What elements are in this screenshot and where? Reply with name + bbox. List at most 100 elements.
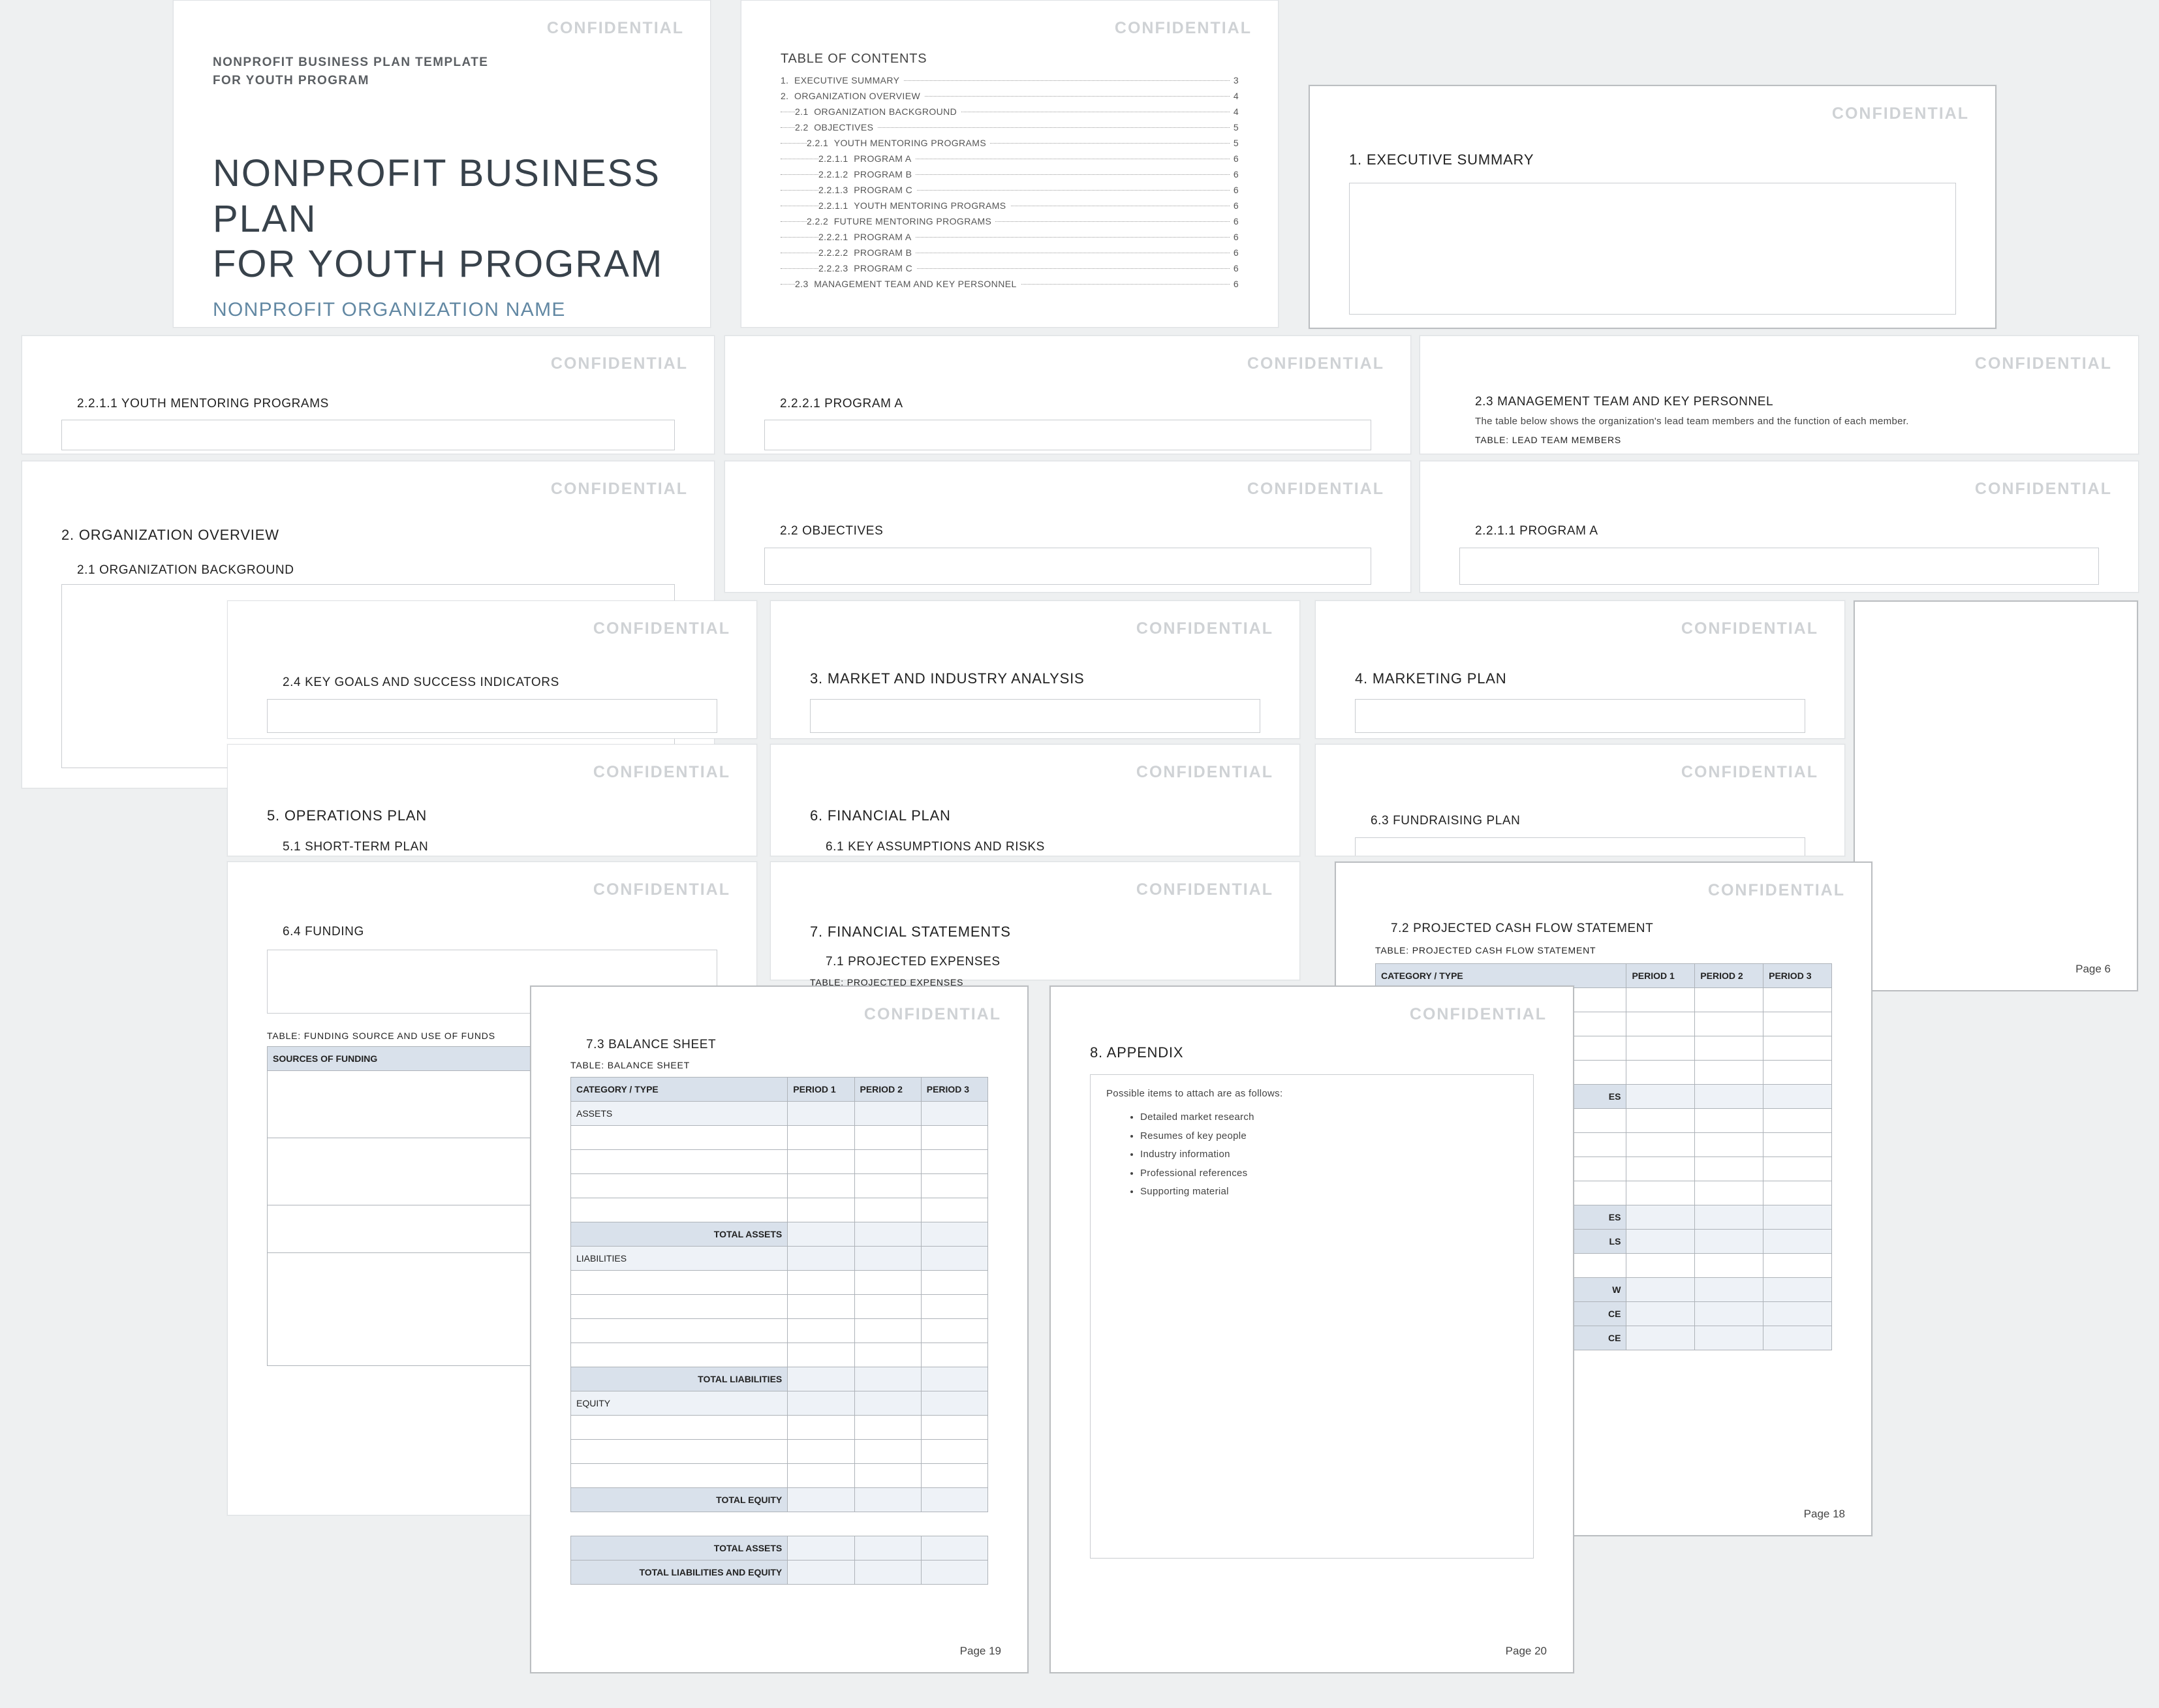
toc-row: 2.2.2.2 PROGRAM B6 bbox=[781, 245, 1239, 261]
section-operations: 5. OPERATIONS PLAN bbox=[267, 807, 717, 824]
page-exec-summary: CONFIDENTIAL 1. EXECUTIVE SUMMARY bbox=[1309, 85, 1996, 329]
toc-row: 1. EXECUTIVE SUMMARY3 bbox=[781, 73, 1239, 89]
page-6: Page 6 bbox=[1854, 600, 2138, 991]
section-market: 3. MARKET AND INDUSTRY ANALYSIS bbox=[810, 670, 1260, 687]
section-cash-flow: 7.2 PROJECTED CASH FLOW STATEMENT bbox=[1391, 922, 1832, 936]
page-youth-mentoring: CONFIDENTIAL 2.2.1.1 YOUTH MENTORING PRO… bbox=[22, 335, 715, 454]
section-financial: 6. FINANCIAL PLAN bbox=[810, 807, 1260, 824]
cash-flow-table-label: TABLE: PROJECTED CASH FLOW STATEMENT bbox=[1375, 945, 1832, 955]
confidential-label: CONFIDENTIAL bbox=[593, 619, 730, 638]
balance-sheet-table: CATEGORY / TYPE PERIOD 1 PERIOD 2 PERIOD… bbox=[570, 1077, 988, 1585]
page-number: Page 20 bbox=[1506, 1645, 1547, 1658]
toc-row: 2.2.2 FUTURE MENTORING PROGRAMS6 bbox=[781, 214, 1239, 230]
appendix-item: Supporting material bbox=[1140, 1183, 1517, 1202]
funding-table: SOURCES OF FUNDING bbox=[267, 1046, 546, 1366]
section-2211: 2.2.1.1 PROGRAM A bbox=[1475, 524, 2099, 538]
toc-row: 2.3 MANAGEMENT TEAM AND KEY PERSONNEL6 bbox=[781, 277, 1239, 292]
template-title-line1: NONPROFIT BUSINESS PLAN TEMPLATE bbox=[213, 55, 671, 70]
toc-heading: TABLE OF CONTENTS bbox=[781, 52, 1239, 67]
appendix-box: Possible items to attach are as follows:… bbox=[1090, 1074, 1534, 1559]
toc-row: 2. ORGANIZATION OVERVIEW4 bbox=[781, 89, 1239, 104]
toc-row: 2.2.1.1 YOUTH MENTORING PROGRAMS6 bbox=[781, 198, 1239, 214]
section-2221: 2.2.2.1 PROGRAM A bbox=[780, 397, 1371, 411]
confidential-label: CONFIDENTIAL bbox=[547, 19, 684, 38]
page-program-a-2221: CONFIDENTIAL 2.2.2.1 PROGRAM A bbox=[724, 335, 1411, 454]
col-period3: PERIOD 3 bbox=[1763, 964, 1832, 988]
section-objectives: 2.2 OBJECTIVES bbox=[780, 524, 1371, 538]
content-box bbox=[1459, 548, 2099, 585]
confidential-label: CONFIDENTIAL bbox=[1681, 763, 1818, 782]
content-box bbox=[764, 548, 1371, 585]
col-period2: PERIOD 2 bbox=[854, 1078, 921, 1102]
confidential-label: CONFIDENTIAL bbox=[1975, 354, 2112, 373]
content-box bbox=[810, 699, 1260, 733]
template-title-line2: FOR YOUTH PROGRAM bbox=[213, 74, 671, 88]
page-market-analysis: CONFIDENTIAL 3. MARKET AND INDUSTRY ANAL… bbox=[770, 600, 1300, 739]
page-cover: CONFIDENTIAL NONPROFIT BUSINESS PLAN TEM… bbox=[173, 0, 711, 328]
page-toc: CONFIDENTIAL TABLE OF CONTENTS 1. EXECUT… bbox=[741, 0, 1279, 328]
section-org-background: 2.1 ORGANIZATION BACKGROUND bbox=[77, 563, 675, 578]
page-key-goals: CONFIDENTIAL 2.4 KEY GOALS AND SUCCESS I… bbox=[227, 600, 757, 739]
toc-row: 2.2.2.1 PROGRAM A6 bbox=[781, 230, 1239, 245]
toc-row: 2.2.1.2 PROGRAM B6 bbox=[781, 167, 1239, 183]
page-fundraising: CONFIDENTIAL 6.3 FUNDRAISING PLAN bbox=[1315, 744, 1845, 856]
balance-table-label: TABLE: BALANCE SHEET bbox=[570, 1060, 988, 1070]
appendix-lead: Possible items to attach are as follows: bbox=[1106, 1088, 1517, 1099]
page-balance-sheet: CONFIDENTIAL 7.3 BALANCE SHEET TABLE: BA… bbox=[530, 986, 1029, 1673]
confidential-label: CONFIDENTIAL bbox=[1136, 880, 1273, 899]
page-number: Page 18 bbox=[1804, 1508, 1845, 1521]
content-box bbox=[61, 420, 675, 450]
section-appendix: 8. APPENDIX bbox=[1090, 1044, 1534, 1061]
section-balance-sheet: 7.3 BALANCE SHEET bbox=[586, 1038, 988, 1052]
confidential-label: CONFIDENTIAL bbox=[551, 354, 688, 373]
confidential-label: CONFIDENTIAL bbox=[1832, 104, 1969, 123]
col-category: CATEGORY / TYPE bbox=[571, 1078, 788, 1102]
section-mgmt-team: 2.3 MANAGEMENT TEAM AND KEY PERSONNEL bbox=[1475, 395, 2099, 409]
toc-row: 2.2 OBJECTIVES5 bbox=[781, 120, 1239, 136]
page-appendix: CONFIDENTIAL 8. APPENDIX Possible items … bbox=[1049, 986, 1574, 1673]
section-youth-mentoring: 2.2.1.1 YOUTH MENTORING PROGRAMS bbox=[77, 397, 675, 411]
col-period3: PERIOD 3 bbox=[921, 1078, 987, 1102]
confidential-label: CONFIDENTIAL bbox=[593, 763, 730, 782]
section-key-goals: 2.4 KEY GOALS AND SUCCESS INDICATORS bbox=[283, 675, 717, 690]
title-line1: NONPROFIT BUSINESS PLAN bbox=[213, 151, 671, 241]
content-box bbox=[1349, 183, 1956, 315]
confidential-label: CONFIDENTIAL bbox=[1681, 619, 1818, 638]
page-operations: CONFIDENTIAL 5. OPERATIONS PLAN 5.1 SHOR… bbox=[227, 744, 757, 856]
col-period1: PERIOD 1 bbox=[788, 1078, 854, 1102]
section-exec-summary: 1. EXECUTIVE SUMMARY bbox=[1349, 151, 1956, 168]
confidential-label: CONFIDENTIAL bbox=[1975, 480, 2112, 499]
section-proj-exp: 7.1 PROJECTED EXPENSES bbox=[826, 955, 1260, 969]
page-number: Page 19 bbox=[960, 1645, 1001, 1658]
toc-row: 2.2.2.3 PROGRAM C6 bbox=[781, 261, 1239, 277]
confidential-label: CONFIDENTIAL bbox=[1247, 480, 1384, 499]
col-period1: PERIOD 1 bbox=[1626, 964, 1695, 988]
col-period2: PERIOD 2 bbox=[1695, 964, 1763, 988]
page-program-a-2211: CONFIDENTIAL 2.2.1.1 PROGRAM A bbox=[1420, 461, 2139, 593]
mgmt-table-label: TABLE: LEAD TEAM MEMBERS bbox=[1475, 435, 2099, 445]
section-marketing: 4. MARKETING PLAN bbox=[1355, 670, 1805, 687]
page-number: Page 6 bbox=[2075, 963, 2111, 976]
page-management-team: CONFIDENTIAL 2.3 MANAGEMENT TEAM AND KEY… bbox=[1420, 335, 2139, 454]
confidential-label: CONFIDENTIAL bbox=[1247, 354, 1384, 373]
content-box bbox=[1355, 699, 1805, 733]
confidential-label: CONFIDENTIAL bbox=[1115, 19, 1252, 38]
appendix-item: Industry information bbox=[1140, 1145, 1517, 1164]
toc-row: 2.2.1.1 PROGRAM A6 bbox=[781, 151, 1239, 167]
confidential-label: CONFIDENTIAL bbox=[1410, 1005, 1547, 1024]
section-short-term: 5.1 SHORT-TERM PLAN bbox=[283, 840, 717, 854]
confidential-label: CONFIDENTIAL bbox=[1708, 881, 1845, 900]
toc-row: 2.2.1 YOUTH MENTORING PROGRAMS5 bbox=[781, 136, 1239, 151]
content-box bbox=[1355, 837, 1805, 856]
section-org-overview: 2. ORGANIZATION OVERVIEW bbox=[61, 527, 675, 544]
section-assumptions: 6.1 KEY ASSUMPTIONS AND RISKS bbox=[826, 840, 1260, 854]
page-financial-statements: CONFIDENTIAL 7. FINANCIAL STATEMENTS 7.1… bbox=[770, 862, 1300, 980]
title-line2: FOR YOUTH PROGRAM bbox=[213, 241, 671, 287]
content-box bbox=[764, 420, 1371, 450]
confidential-label: CONFIDENTIAL bbox=[551, 480, 688, 499]
toc-row: 2.1 ORGANIZATION BACKGROUND4 bbox=[781, 104, 1239, 120]
appendix-item: Resumes of key people bbox=[1140, 1127, 1517, 1146]
page-objectives: CONFIDENTIAL 2.2 OBJECTIVES bbox=[724, 461, 1411, 593]
page-marketing-plan: CONFIDENTIAL 4. MARKETING PLAN bbox=[1315, 600, 1845, 739]
toc-row: 2.2.1.3 PROGRAM C6 bbox=[781, 183, 1239, 198]
